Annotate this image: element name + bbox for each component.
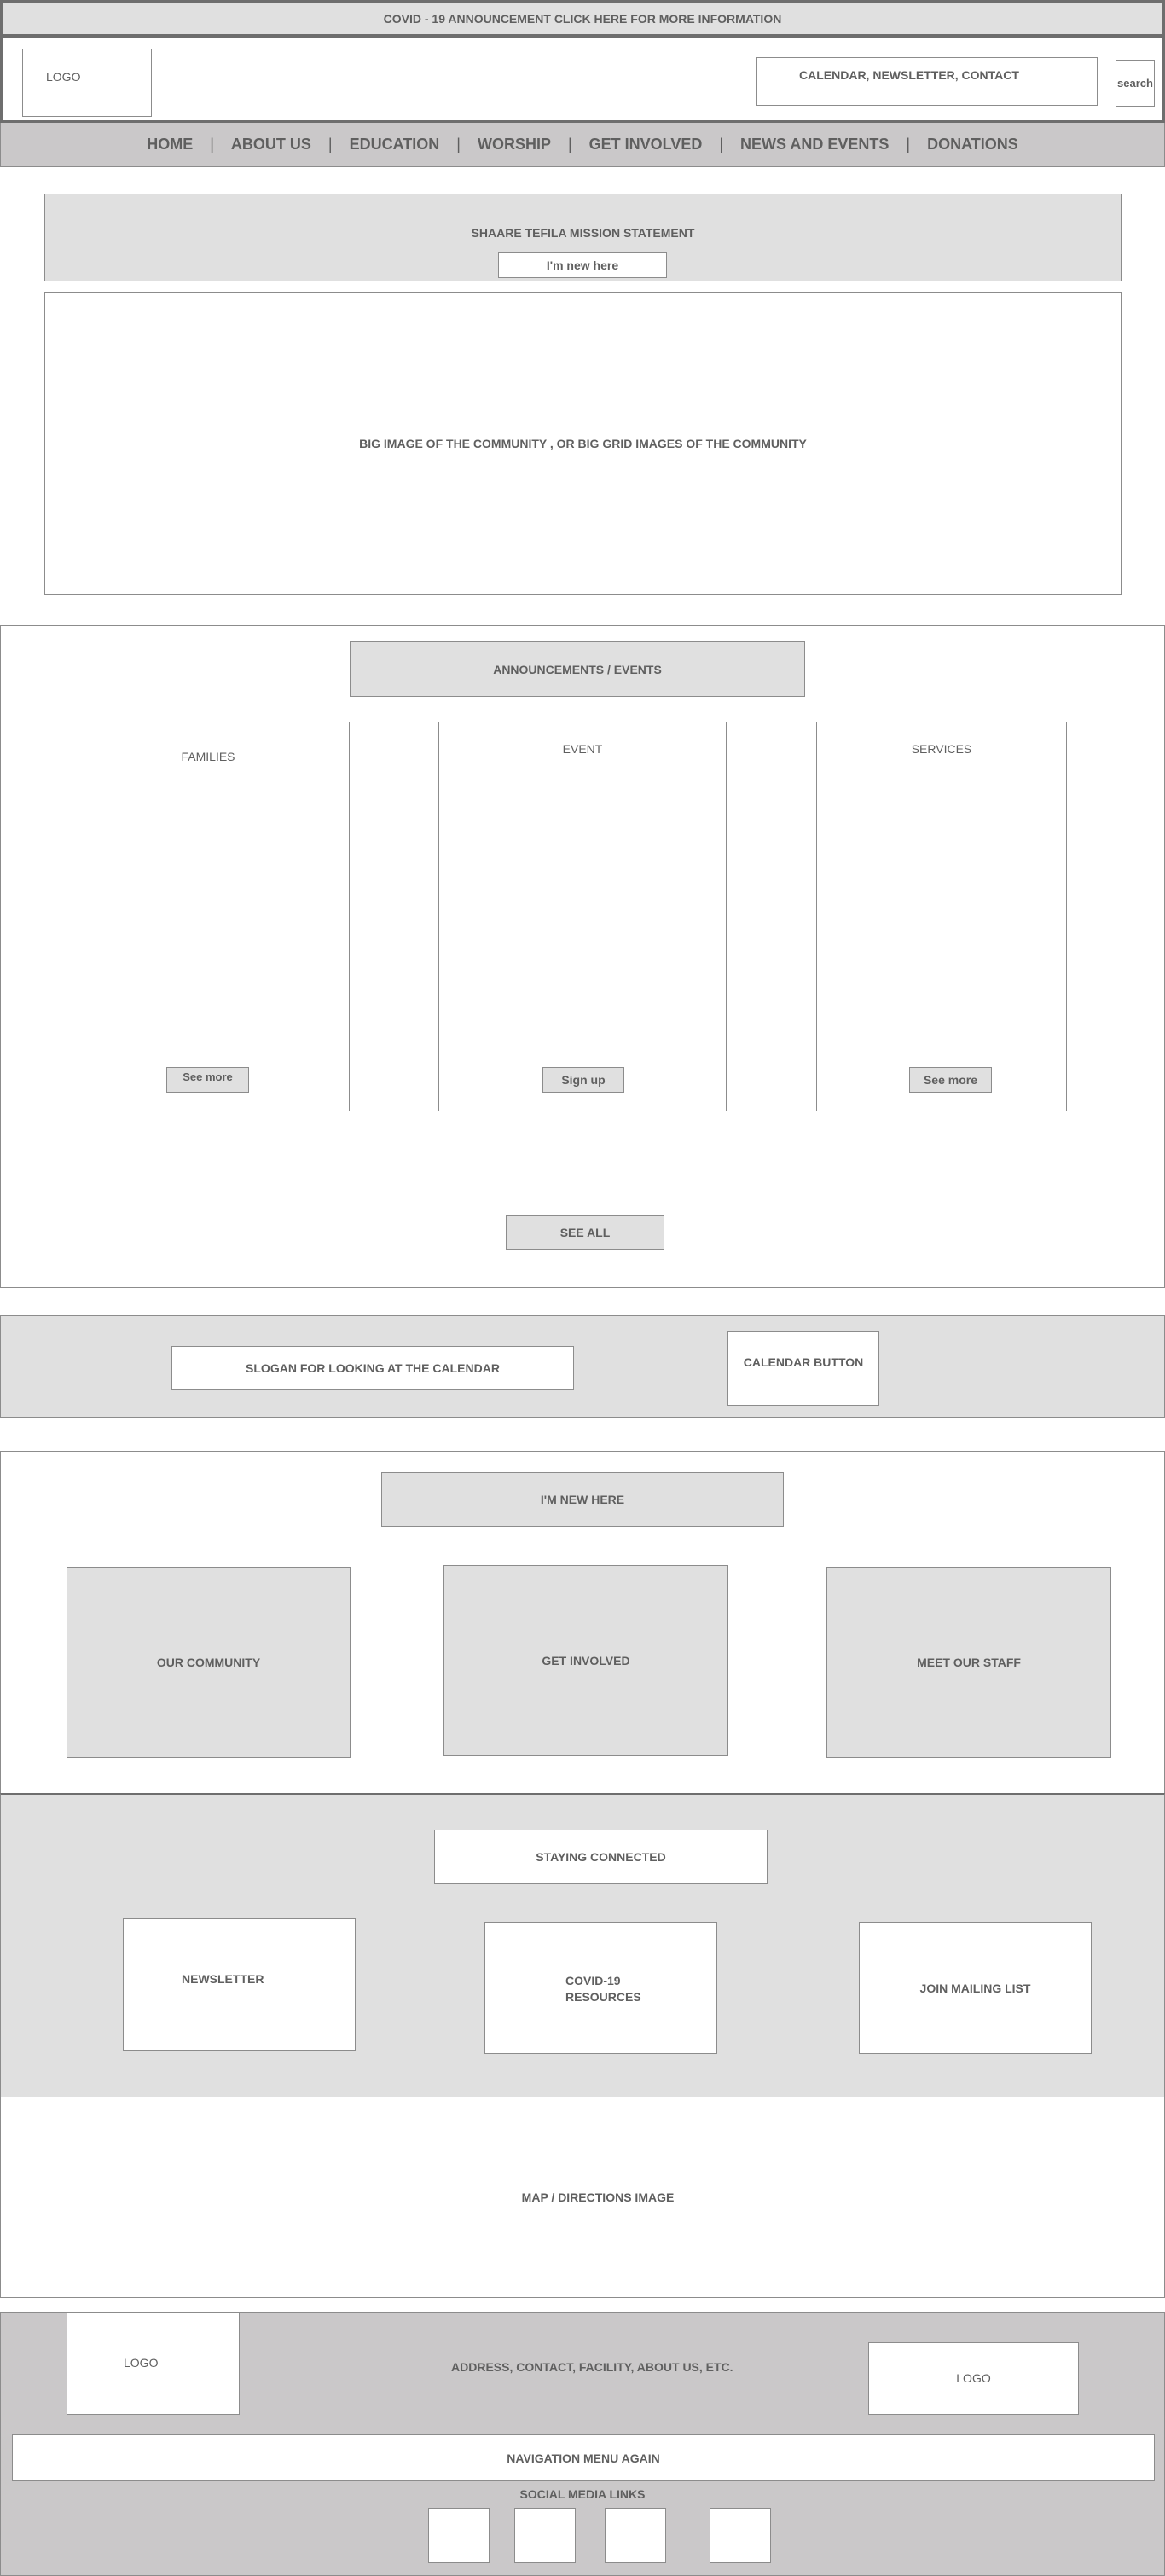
mission-statement-title: SHAARE TEFILA MISSION STATEMENT — [471, 226, 695, 240]
hero-image-placeholder: BIG IMAGE OF THE COMMUNITY , OR BIG GRID… — [44, 292, 1122, 595]
covid-resources-label-line1: COVID-19 — [565, 1974, 621, 1987]
nav-separator: | — [567, 136, 572, 153]
get-involved-label: GET INVOLVED — [542, 1654, 630, 1668]
nav-item-get-involved[interactable]: GET INVOLVED — [588, 136, 704, 154]
covid-resources-label-line2: RESOURCES — [565, 1990, 641, 2004]
calendar-slogan-text: SLOGAN FOR LOOKING AT THE CALENDAR — [246, 1361, 500, 1375]
footer-navigation-menu[interactable]: NAVIGATION MENU AGAIN — [12, 2434, 1155, 2481]
utility-links[interactable]: CALENDAR, NEWSLETTER, CONTACT — [756, 57, 1098, 106]
get-involved-card[interactable]: GET INVOLVED — [443, 1565, 728, 1756]
see-more-button[interactable]: See more — [909, 1067, 992, 1093]
nav-item-news-and-events[interactable]: NEWS AND EVENTS — [739, 136, 890, 154]
mission-statement-panel: SHAARE TEFILA MISSION STATEMENT I'm new … — [44, 194, 1122, 281]
announcement-card-families: FAMILIES See more — [67, 722, 350, 1111]
im-new-here-button[interactable]: I'm new here — [498, 252, 667, 278]
footer-logo-right-text: LOGO — [956, 2371, 991, 2385]
nav-item-worship[interactable]: WORSHIP — [476, 136, 553, 154]
nav-separator: | — [719, 136, 724, 153]
our-community-card[interactable]: OUR COMMUNITY — [67, 1567, 351, 1758]
staying-connected-heading: STAYING CONNECTED — [434, 1830, 768, 1884]
announcements-heading: ANNOUNCEMENTS / EVENTS — [350, 641, 805, 697]
card-title: FAMILIES — [181, 750, 235, 763]
announcements-section: ANNOUNCEMENTS / EVENTS FAMILIES See more… — [0, 625, 1165, 1288]
social-media-link-icon[interactable] — [605, 2508, 666, 2563]
hero-image-text: BIG IMAGE OF THE COMMUNITY , OR BIG GRID… — [359, 436, 807, 450]
newsletter-label: NEWSLETTER — [182, 1972, 264, 1986]
covid-announcement-text: COVID - 19 ANNOUNCEMENT CLICK HERE FOR M… — [383, 11, 782, 26]
announcement-card-event: EVENT Sign up — [438, 722, 727, 1111]
im-new-here-heading-text: I'M NEW HERE — [540, 1493, 625, 1506]
meet-our-staff-card[interactable]: MEET OUR STAFF — [826, 1567, 1111, 1758]
staying-connected-heading-text: STAYING CONNECTED — [536, 1850, 666, 1864]
logo[interactable]: LOGO — [22, 49, 152, 117]
sign-up-button[interactable]: Sign up — [542, 1067, 624, 1093]
calendar-section: SLOGAN FOR LOOKING AT THE CALENDAR CALEN… — [0, 1315, 1165, 1418]
nav-separator: | — [906, 136, 911, 153]
card-title: EVENT — [562, 742, 603, 756]
covid-announcement-banner[interactable]: COVID - 19 ANNOUNCEMENT CLICK HERE FOR M… — [0, 0, 1165, 38]
nav-item-home[interactable]: HOME — [145, 136, 194, 154]
calendar-button-label: CALENDAR BUTTON — [743, 1355, 864, 1369]
sign-up-button-label: Sign up — [561, 1073, 606, 1087]
site-footer: LOGO ADDRESS, CONTACT, FACILITY, ABOUT U… — [0, 2312, 1165, 2576]
see-more-button[interactable]: See more — [166, 1067, 249, 1093]
im-new-here-section: I'M NEW HERE OUR COMMUNITY GET INVOLVED … — [0, 1451, 1165, 1794]
see-all-button[interactable]: SEE ALL — [506, 1215, 664, 1250]
nav-separator: | — [210, 136, 214, 153]
join-mailing-list-label: JOIN MAILING LIST — [919, 1981, 1031, 1995]
logo-text: LOGO — [46, 70, 81, 84]
main-navigation: HOME | ABOUT US | EDUCATION | WORSHIP | … — [0, 123, 1165, 167]
card-title: SERVICES — [911, 742, 972, 756]
site-header: LOGO CALENDAR, NEWSLETTER, CONTACT searc… — [0, 38, 1165, 123]
nav-separator: | — [327, 136, 333, 153]
social-media-link-icon[interactable] — [428, 2508, 490, 2563]
im-new-here-button-label: I'm new here — [546, 258, 619, 272]
nav-item-donations[interactable]: DONATIONS — [925, 136, 1020, 154]
newsletter-card[interactable]: NEWSLETTER — [123, 1918, 356, 2051]
search-button[interactable]: search — [1116, 60, 1155, 107]
announcement-card-services: SERVICES See more — [816, 722, 1067, 1111]
footer-info-text: ADDRESS, CONTACT, FACILITY, ABOUT US, ET… — [451, 2360, 733, 2374]
map-directions-placeholder[interactable]: MAP / DIRECTIONS IMAGE — [0, 2097, 1165, 2298]
meet-our-staff-label: MEET OUR STAFF — [917, 1656, 1021, 1669]
social-media-link-icon[interactable] — [710, 2508, 771, 2563]
calendar-slogan: SLOGAN FOR LOOKING AT THE CALENDAR — [171, 1346, 574, 1390]
staying-connected-section: STAYING CONNECTED NEWSLETTER COVID-19 RE… — [0, 1793, 1165, 2097]
social-media-link-icon[interactable] — [514, 2508, 576, 2563]
calendar-button[interactable]: CALENDAR BUTTON — [727, 1331, 879, 1406]
social-media-title: SOCIAL MEDIA LINKS — [519, 2487, 646, 2501]
announcements-heading-text: ANNOUNCEMENTS / EVENTS — [493, 662, 662, 676]
join-mailing-list-card[interactable]: JOIN MAILING LIST — [859, 1922, 1092, 2054]
footer-logo-left-text: LOGO — [124, 2356, 159, 2370]
see-more-button-label: See more — [923, 1073, 978, 1087]
utility-links-text: CALENDAR, NEWSLETTER, CONTACT — [799, 68, 1019, 82]
footer-navigation-menu-text: NAVIGATION MENU AGAIN — [507, 2451, 660, 2465]
nav-item-education[interactable]: EDUCATION — [348, 136, 442, 154]
search-label: search — [1117, 77, 1153, 90]
covid-resources-card[interactable]: COVID-19 RESOURCES — [484, 1922, 717, 2054]
map-directions-text: MAP / DIRECTIONS IMAGE — [521, 2190, 675, 2204]
nav-separator: | — [456, 136, 461, 153]
nav-item-about-us[interactable]: ABOUT US — [229, 136, 313, 154]
see-all-button-label: SEE ALL — [559, 1226, 611, 1239]
footer-logo-left[interactable]: LOGO — [67, 2312, 240, 2415]
im-new-here-heading: I'M NEW HERE — [381, 1472, 784, 1527]
our-community-label: OUR COMMUNITY — [156, 1656, 261, 1669]
see-more-button-label: See more — [183, 1070, 233, 1083]
footer-logo-right[interactable]: LOGO — [868, 2342, 1079, 2415]
